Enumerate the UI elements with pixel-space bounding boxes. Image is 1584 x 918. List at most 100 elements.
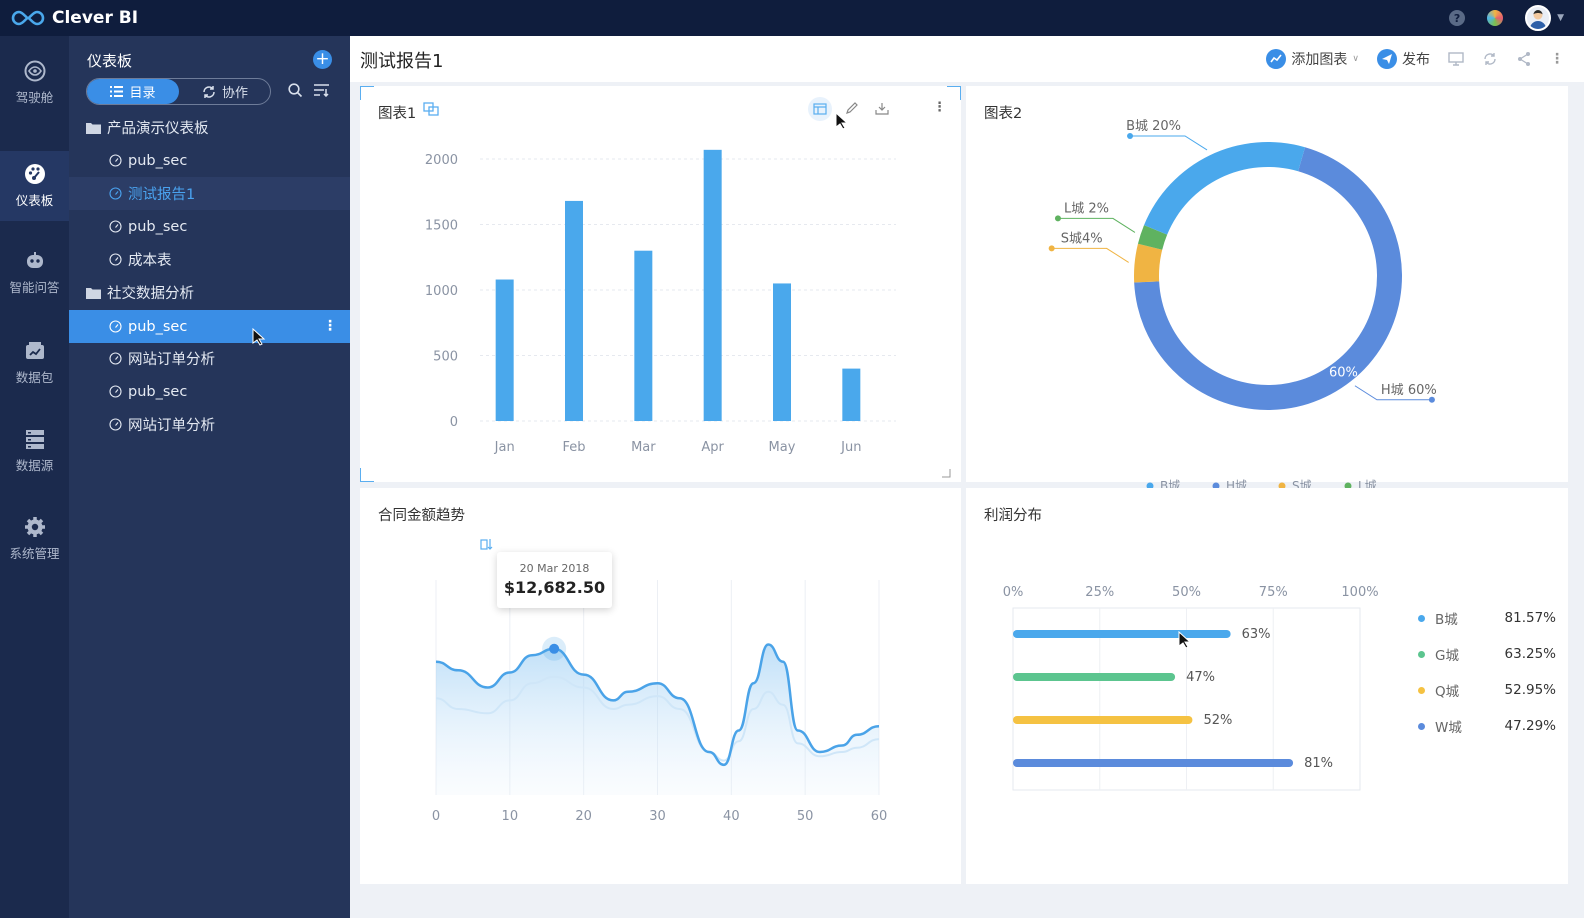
gauge-icon xyxy=(109,352,122,365)
legend-value: 47.29% xyxy=(1504,718,1556,734)
copy-link-icon[interactable] xyxy=(423,102,439,116)
tooltip-value: $12,682.50 xyxy=(503,578,606,597)
chart-type-button[interactable] xyxy=(808,97,832,121)
tooltip-date: 20 Mar 2018 xyxy=(519,562,590,575)
avatar[interactable] xyxy=(1525,5,1552,31)
theme-icon[interactable] xyxy=(1487,10,1504,26)
infinity-logo-icon xyxy=(11,10,45,26)
robot-icon xyxy=(26,252,43,268)
tab-label: 协作 xyxy=(221,86,248,101)
panel-chart1[interactable]: 图表1 ⋮ xyxy=(360,86,961,482)
panel-chart3[interactable]: 合同金额趋势 xyxy=(360,488,961,884)
dashboard-icon xyxy=(24,164,45,184)
tree-label: pub_sec xyxy=(128,152,188,169)
sort-down-icon[interactable] xyxy=(480,538,493,551)
legend-item[interactable]: Q城 52.95% xyxy=(1418,680,1568,700)
tree-folder-social-data[interactable]: 社交数据分析 xyxy=(69,276,350,309)
tree-item-cost-table[interactable]: 成本表 xyxy=(69,243,350,276)
legend-item[interactable]: W城 47.29% xyxy=(1418,716,1568,736)
tree-label: pub_sec xyxy=(128,218,188,235)
tree-label: 测试报告1 xyxy=(128,187,196,203)
rail-item-data-package[interactable]: 数据包 xyxy=(0,328,69,398)
tree-label: 网站订单分析 xyxy=(128,418,215,434)
folder-icon xyxy=(86,122,101,134)
refresh-icon[interactable] xyxy=(1482,51,1498,67)
rail-item-system[interactable]: 系统管理 xyxy=(0,504,69,574)
resize-handle-icon[interactable] xyxy=(941,468,951,478)
panel-chart2[interactable]: 图表2 xyxy=(966,86,1568,482)
send-icon xyxy=(1377,49,1397,69)
list-icon xyxy=(110,86,124,97)
dashboard-sidebar: 仪表板 + 目录 协作 产品演示仪表板 pub_sec 测试报告1 pub_se… xyxy=(69,36,350,918)
tree-item-pub-sec[interactable]: pub_sec xyxy=(69,375,350,408)
tab-catalog[interactable]: 目录 xyxy=(87,79,179,104)
more-vertical-icon[interactable]: ⋮ xyxy=(1550,51,1564,67)
app-title: Clever BI xyxy=(52,8,139,28)
tree-label: 网站订单分析 xyxy=(128,352,215,368)
legend-dot xyxy=(1418,722,1425,730)
tab-collaborate[interactable]: 协作 xyxy=(179,79,271,104)
rail-item-data-source[interactable]: 数据源 xyxy=(0,416,69,486)
mouse-cursor-icon xyxy=(835,112,849,130)
more-vertical-icon[interactable]: ⋮ xyxy=(933,100,946,115)
gauge-icon xyxy=(109,418,122,431)
app-logo[interactable]: Clever BI xyxy=(10,8,138,28)
tree-item-pub-sec[interactable]: pub_sec xyxy=(69,210,350,243)
legend-dot xyxy=(1418,650,1425,658)
rail-item-smart-qa[interactable]: 智能问答 xyxy=(0,238,69,308)
gauge-icon xyxy=(109,253,122,266)
legend-label: G城 xyxy=(1435,648,1459,664)
table-icon xyxy=(813,103,827,115)
legend-item[interactable]: G城 63.25% xyxy=(1418,644,1568,664)
gauge-icon xyxy=(109,154,122,167)
chart-tooltip: 20 Mar 2018 $12,682.50 xyxy=(497,552,612,608)
search-icon[interactable] xyxy=(288,83,303,98)
legend-value: 63.25% xyxy=(1504,646,1556,662)
sidebar-title: 仪表板 xyxy=(87,52,133,70)
tree-folder-product-demo[interactable]: 产品演示仪表板 xyxy=(69,111,350,144)
rail-item-dashboard[interactable]: 仪表板 xyxy=(0,151,69,221)
chart-title: 合同金额趋势 xyxy=(378,508,465,524)
gear-icon xyxy=(24,517,45,537)
rail-item-cockpit[interactable]: 驾驶舱 xyxy=(0,48,69,118)
chevron-down-icon: ∨ xyxy=(1352,54,1359,64)
tree-item-order-analysis[interactable]: 网站订单分析 xyxy=(69,342,350,375)
main-header: 测试报告1 添加图表 ∨ 发布 ⋮ xyxy=(350,36,1584,82)
database-icon xyxy=(25,430,44,449)
legend-item[interactable]: B城 81.57% xyxy=(1418,608,1568,628)
rail-label: 数据源 xyxy=(15,458,54,473)
legend-label: Q城 xyxy=(1435,684,1460,700)
tree-item-pub-sec-selected[interactable]: pub_sec ⋮ xyxy=(69,310,350,343)
more-options-icon[interactable]: ⋮ xyxy=(323,317,337,335)
download-icon[interactable] xyxy=(875,102,889,115)
monitor-icon[interactable] xyxy=(1448,52,1464,66)
page-title: 测试报告1 xyxy=(360,51,444,72)
publish-button[interactable]: 发布 xyxy=(1377,49,1430,69)
chart-title: 图表2 xyxy=(984,106,1023,122)
add-chart-button[interactable]: 添加图表 ∨ xyxy=(1266,49,1359,69)
tree-label: 产品演示仪表板 xyxy=(107,121,209,137)
legend-dot xyxy=(1418,686,1425,694)
publish-label: 发布 xyxy=(1402,52,1430,68)
help-icon[interactable]: ? xyxy=(1449,10,1466,26)
tree-label: pub_sec xyxy=(128,383,188,400)
chevron-down-icon[interactable]: ▼ xyxy=(1557,13,1564,23)
mouse-cursor-icon xyxy=(1178,631,1192,649)
legend-dot xyxy=(1418,614,1425,622)
add-chart-label: 添加图表 xyxy=(1291,52,1348,68)
rail-label: 数据包 xyxy=(15,370,54,385)
sort-icon[interactable] xyxy=(314,83,329,97)
tree-item-pub-sec[interactable]: pub_sec xyxy=(69,144,350,177)
gauge-icon xyxy=(109,385,122,398)
folder-icon xyxy=(86,287,101,299)
selection-corner xyxy=(360,468,374,482)
add-dashboard-button[interactable]: + xyxy=(313,50,332,69)
tree-item-test-report[interactable]: 测试报告1 xyxy=(69,177,350,210)
rail-label: 系统管理 xyxy=(9,546,60,561)
selection-corner xyxy=(947,86,961,100)
tree-item-order-analysis[interactable]: 网站订单分析 xyxy=(69,408,350,441)
share-icon[interactable] xyxy=(1516,51,1532,67)
tab-label: 目录 xyxy=(129,86,156,101)
mouse-cursor-icon xyxy=(252,328,266,346)
nav-rail: 驾驶舱 仪表板 智能问答 数据包 数据源 系统管理 xyxy=(0,36,69,918)
